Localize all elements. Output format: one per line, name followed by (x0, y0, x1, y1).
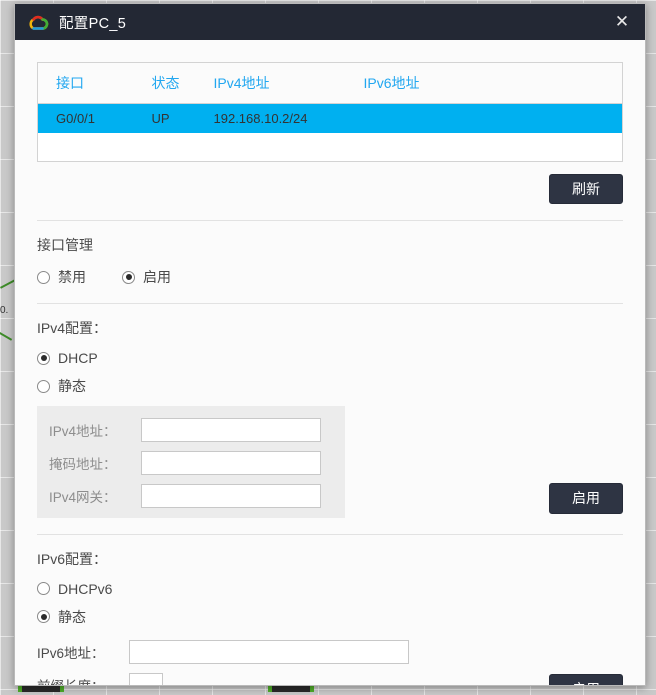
radio-ipv4-dhcp[interactable]: DHCP (37, 350, 98, 366)
cell-ipv4: 192.168.10.2/24 (195, 103, 346, 133)
interface-mgmt-label: 接口管理 (37, 237, 93, 254)
ipv6-address-row: IPv6地址： (37, 640, 623, 665)
table-header-row: 接口 状态 IPv4地址 IPv6地址 (37, 62, 623, 104)
interface-table: 接口 状态 IPv4地址 IPv6地址 G0/0/1 UP 192.168.10… (37, 62, 623, 162)
radio-label: 静态 (58, 378, 86, 395)
radio-ipv4-static[interactable]: 静态 (37, 376, 86, 396)
radio-ipv6-static[interactable]: 静态 (37, 607, 86, 627)
topology-link (0, 279, 16, 289)
interface-table-head: 接口 状态 IPv4地址 IPv6地址 (37, 62, 623, 104)
radio-label: DHCP (58, 350, 98, 367)
interface-mgmt-radio-group: 禁用 启用 (37, 267, 623, 287)
radio-dot-icon (37, 351, 50, 365)
ipv4-apply-button[interactable]: 启用 (549, 483, 623, 514)
cell-interface: G0/0/1 (37, 103, 134, 133)
cell-empty (346, 133, 623, 161)
dialog-title: 配置PC_5 (59, 15, 127, 32)
topology-link (0, 332, 13, 341)
radio-interface-enable[interactable]: 启用 (122, 267, 171, 287)
dialog-titlebar[interactable]: 配置PC_5 ✕ (15, 4, 645, 40)
ipv4-mask-row: 掩码地址： (49, 450, 331, 475)
radio-dot-icon (37, 610, 50, 624)
table-row-empty (38, 133, 623, 161)
radio-dot-icon (122, 270, 135, 284)
ipv6-prefix-label: 前缀长度： (37, 675, 129, 685)
cell-empty (38, 133, 134, 161)
interface-table-body: G0/0/1 UP 192.168.10.2/24 (37, 103, 623, 162)
divider (37, 220, 623, 222)
radio-label: 禁用 (58, 269, 86, 286)
radio-dot-icon (37, 582, 50, 596)
configure-pc-dialog: 配置PC_5 ✕ 接口 状态 IPv4地址 IPv6地址 G0/0/1 UP 1… (14, 3, 646, 686)
radio-interface-disable[interactable]: 禁用 (37, 267, 86, 287)
refresh-button[interactable]: 刷新 (549, 173, 623, 205)
ipv4-address-label: IPv4地址： (49, 423, 117, 439)
radio-label: DHCPv6 (58, 580, 113, 597)
ipv6-prefix-input[interactable] (129, 673, 163, 685)
ipv4-gateway-row: IPv4网关： (49, 483, 331, 508)
ipv4-apply-holder: 启用 (549, 483, 623, 518)
close-icon[interactable]: ✕ (605, 7, 639, 37)
column-header-interface[interactable]: 接口 (37, 62, 134, 104)
column-header-state[interactable]: 状态 (133, 62, 196, 104)
radio-dot-icon (37, 270, 50, 284)
column-header-ipv6[interactable]: IPv6地址 (345, 62, 623, 104)
ipv4-field-panel: IPv4地址： 掩码地址： IPv4网关： (37, 405, 345, 518)
divider (37, 533, 623, 535)
cell-ipv6 (345, 103, 623, 133)
dialog-body: 接口 状态 IPv4地址 IPv6地址 G0/0/1 UP 192.168.10… (15, 40, 645, 685)
ipv4-section-label: IPv4配置： (37, 320, 108, 337)
ipv6-apply-holder: 启用 (549, 674, 623, 685)
ipv6-prefix-row: 前缀长度： 启用 (37, 673, 623, 685)
ipv6-address-label: IPv6地址： (37, 646, 105, 662)
cell-empty (196, 133, 346, 161)
table-row[interactable]: G0/0/1 UP 192.168.10.2/24 (37, 103, 623, 133)
ipv6-fields-block: IPv6地址： 前缀长度： 启用 IPv6网关： (37, 640, 623, 685)
cell-state: UP (133, 103, 196, 133)
ipv6-prefix-inner: 前缀长度： (37, 673, 163, 685)
column-header-ipv4[interactable]: IPv4地址 (195, 62, 346, 104)
ipv4-address-input[interactable] (141, 417, 321, 442)
ipv4-mask-input[interactable] (141, 450, 321, 475)
ipv4-gateway-input[interactable] (141, 483, 321, 508)
topology-node-label: 0. (0, 305, 9, 316)
radio-label: 启用 (143, 269, 171, 286)
cloud-icon (29, 15, 49, 30)
cell-empty (134, 133, 196, 161)
ipv6-section-label: IPv6配置： (37, 550, 108, 567)
divider (37, 303, 623, 305)
radio-dot-icon (37, 379, 50, 393)
ipv6-apply-button[interactable]: 启用 (549, 674, 623, 685)
radio-ipv6-dhcpv6[interactable]: DHCPv6 (37, 581, 112, 597)
ipv4-gateway-label: IPv4网关： (49, 489, 117, 505)
ipv4-fields-block: IPv4地址： 掩码地址： IPv4网关： 启用 (37, 398, 623, 518)
ipv6-address-input[interactable] (129, 640, 409, 665)
refresh-button-row: 刷新 (37, 173, 623, 205)
ipv4-mask-label: 掩码地址： (49, 456, 117, 472)
radio-label: 静态 (58, 608, 86, 625)
ipv4-address-row: IPv4地址： (49, 417, 331, 442)
